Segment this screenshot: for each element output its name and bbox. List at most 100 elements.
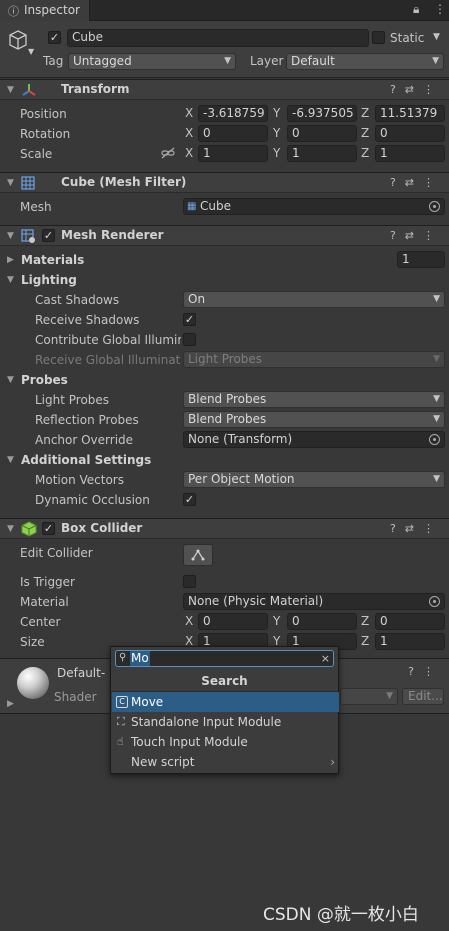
shader-edit-button[interactable]: Edit...	[402, 688, 444, 705]
mesh-icon: ▦	[187, 201, 197, 212]
center-y-field[interactable]: 0	[287, 613, 357, 630]
layer-label: Layer	[250, 54, 284, 68]
light-probes-dropdown[interactable]: Blend Probes ▼	[183, 391, 445, 408]
position-z-field[interactable]: 11.51379	[375, 105, 445, 122]
icon-dropdown-arrow[interactable]: ▼	[28, 47, 34, 56]
rotation-z-field[interactable]: 0	[375, 125, 445, 142]
motion-vectors-dropdown[interactable]: Per Object Motion ▼	[183, 471, 445, 488]
static-checkbox[interactable]	[372, 31, 385, 44]
axis-z-label: Z	[361, 614, 370, 628]
active-checkbox[interactable]: ✓	[48, 31, 61, 44]
edit-collider-button[interactable]	[183, 544, 213, 566]
mesh-renderer-header[interactable]: ▼ ✓ Mesh Renderer ?⇄⋮	[0, 225, 449, 246]
edit-collider-icon	[191, 549, 205, 561]
fold-arrow-icon[interactable]: ▶	[7, 699, 14, 709]
tag-label: Tag	[43, 54, 64, 68]
receive-shadows-checkbox[interactable]: ✓	[183, 313, 196, 326]
chevron-down-icon: ▼	[386, 691, 393, 701]
cast-shadows-dropdown[interactable]: On ▼	[183, 291, 445, 308]
component-header-icons[interactable]: ?⇄⋮	[390, 522, 443, 535]
position-x-field[interactable]: -3.618759	[198, 105, 268, 122]
transform-header[interactable]: ▼ Transform ?⇄⋮	[0, 79, 449, 100]
lighting-label[interactable]: Lighting	[21, 272, 77, 288]
center-z-field[interactable]: 0	[375, 613, 445, 630]
box-collider-enabled-checkbox[interactable]: ✓	[42, 522, 55, 535]
tag-dropdown[interactable]: Untagged ▼	[68, 53, 236, 70]
tab-inspector[interactable]: ⓘ Inspector	[0, 0, 90, 21]
mesh-renderer-enabled-checkbox[interactable]: ✓	[42, 229, 55, 242]
chevron-down-icon: ▼	[433, 354, 440, 364]
fold-arrow-icon[interactable]: ▼	[7, 455, 14, 465]
center-label: Center	[20, 615, 61, 629]
contribute-gi-checkbox[interactable]	[183, 333, 196, 346]
shader-dropdown[interactable]: ▼	[340, 688, 398, 705]
material-header-icons[interactable]: ?⋮	[408, 665, 443, 678]
fold-arrow-icon[interactable]: ▼	[7, 85, 14, 95]
clear-search-icon[interactable]: ×	[321, 651, 330, 666]
materials-label[interactable]: Materials	[21, 252, 84, 268]
probes-label[interactable]: Probes	[21, 372, 68, 388]
is-trigger-label: Is Trigger	[20, 575, 75, 589]
object-name-field[interactable]: Cube	[67, 29, 369, 47]
popup-item-new-script[interactable]: New script ›	[112, 752, 339, 772]
input-module-icon: ⛶	[117, 715, 125, 728]
popup-item-label: Move	[131, 695, 164, 709]
component-header-icons[interactable]: ?⇄⋮	[390, 176, 443, 189]
mesh-filter-icon	[21, 176, 35, 190]
center-x-field[interactable]: 0	[198, 613, 268, 630]
popup-item-move[interactable]: C Move	[112, 692, 339, 712]
box-collider-title: Box Collider	[61, 521, 143, 535]
fold-arrow-icon[interactable]: ▼	[7, 524, 14, 534]
fold-arrow-icon[interactable]: ▼	[7, 231, 14, 241]
scale-x-field[interactable]: 1	[198, 145, 268, 162]
dynamic-occlusion-checkbox[interactable]: ✓	[183, 493, 196, 506]
physic-material-field[interactable]: None (Physic Material)	[183, 593, 445, 610]
chevron-down-icon: ▼	[432, 56, 439, 66]
search-input[interactable]: ⚲ Mo ×	[115, 650, 334, 667]
object-picker-icon[interactable]	[429, 434, 440, 445]
fold-arrow-icon[interactable]: ▼	[7, 375, 14, 385]
lock-icon[interactable]: 🔒︎	[413, 2, 419, 17]
scale-y-field[interactable]: 1	[287, 145, 357, 162]
search-icon: ⚲	[119, 652, 127, 663]
motion-vectors-label: Motion Vectors	[35, 473, 124, 487]
anchor-override-label: Anchor Override	[35, 433, 134, 447]
additional-settings-label[interactable]: Additional Settings	[21, 452, 151, 468]
popup-item-touch-input-module[interactable]: ☝ Touch Input Module	[112, 732, 339, 752]
mesh-field[interactable]: ▦ Cube	[183, 198, 445, 215]
tag-value: Untagged	[73, 54, 132, 68]
position-y-field[interactable]: -6.937505	[287, 105, 357, 122]
is-trigger-checkbox[interactable]	[183, 575, 196, 588]
kebab-menu-icon[interactable]: ⋮	[434, 2, 446, 16]
static-dropdown-arrow[interactable]: ▼	[433, 32, 440, 42]
mesh-renderer-title: Mesh Renderer	[61, 228, 164, 242]
object-picker-icon[interactable]	[429, 201, 440, 212]
component-header-icons[interactable]: ?⇄⋮	[390, 229, 443, 242]
axis-z-label: Z	[361, 146, 370, 160]
anchor-override-field[interactable]: None (Transform)	[183, 431, 445, 448]
rotation-x-field[interactable]: 0	[198, 125, 268, 142]
axis-y-label: Y	[273, 106, 281, 120]
popup-item-standalone-input-module[interactable]: ⛶ Standalone Input Module	[112, 712, 339, 732]
cast-shadows-label: Cast Shadows	[35, 293, 120, 307]
chevron-down-icon: ▼	[224, 56, 231, 66]
constrain-proportions-icon[interactable]	[161, 147, 175, 159]
receive-gi-dropdown: Light Probes ▼	[183, 351, 445, 368]
fold-arrow-icon[interactable]: ▼	[7, 178, 14, 188]
size-z-field[interactable]: 1	[375, 633, 445, 650]
add-component-search-popup: ⚲ Mo × Search C Move ⛶ Standalone Input …	[110, 646, 339, 774]
box-collider-header[interactable]: ▼ ✓ Box Collider ?⇄⋮	[0, 518, 449, 539]
reflection-probes-dropdown[interactable]: Blend Probes ▼	[183, 411, 445, 428]
component-header-icons[interactable]: ?⇄⋮	[390, 83, 443, 96]
fold-arrow-icon[interactable]: ▶	[7, 255, 14, 265]
rotation-y-field[interactable]: 0	[287, 125, 357, 142]
popup-header: Search	[201, 674, 248, 688]
axis-x-label: X	[185, 106, 194, 120]
materials-count-field[interactable]: 1	[397, 251, 445, 268]
scale-z-field[interactable]: 1	[375, 145, 445, 162]
fold-arrow-icon[interactable]: ▼	[7, 275, 14, 285]
object-picker-icon[interactable]	[429, 596, 440, 607]
mesh-filter-header[interactable]: ▼ Cube (Mesh Filter) ?⇄⋮	[0, 172, 449, 193]
layer-dropdown[interactable]: Default ▼	[286, 53, 444, 70]
position-label: Position	[20, 107, 67, 121]
